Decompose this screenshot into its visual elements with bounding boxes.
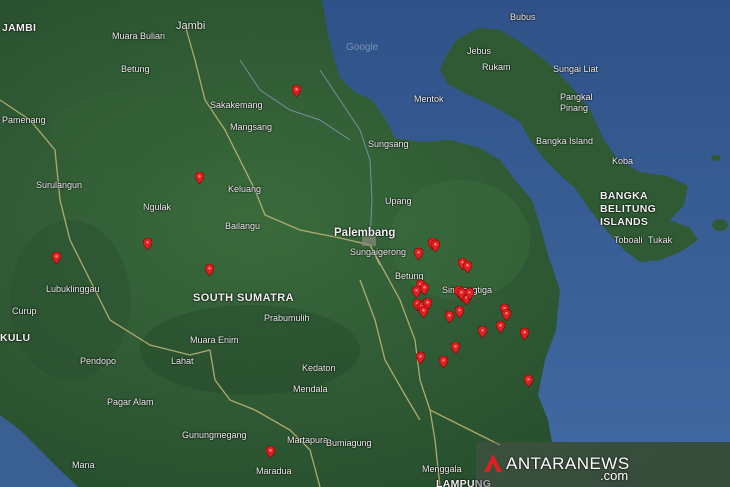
label-upang: Upang <box>385 196 412 206</box>
label-prabumulih: Prabumulih <box>264 313 310 323</box>
label-mendala: Mendala <box>293 384 328 394</box>
label-maradua: Maradua <box>256 466 292 476</box>
label-kedaton: Kedaton <box>302 363 336 373</box>
hotspot-pin[interactable] <box>444 310 455 324</box>
hotspot-pin[interactable] <box>438 355 449 369</box>
label-tukak: Tukak <box>648 235 673 245</box>
satellite-map[interactable]: JAMBI Jambi Muara Bulian Betung Pamenang… <box>0 0 730 487</box>
label-sungsang: Sungsang <box>368 139 409 149</box>
hotspot-pin[interactable] <box>204 263 215 277</box>
label-gunungmegang: Gunungmegang <box>182 430 247 440</box>
label-sungaigerong: Sungaigerong <box>350 247 407 257</box>
hotspot-pin[interactable] <box>450 341 461 355</box>
label-betung-north: Betung <box>121 64 150 74</box>
label-lubuklinggau: Lubuklinggau <box>46 284 100 294</box>
hotspot-pin[interactable] <box>430 239 441 253</box>
label-bangka-island: Bangka Island <box>536 136 594 146</box>
label-koba: Koba <box>612 156 634 166</box>
label-mentok: Mentok <box>414 94 444 104</box>
hotspot-pin[interactable] <box>291 84 302 98</box>
hotspot-pin[interactable] <box>495 320 506 334</box>
watermark-tld: .com <box>600 468 629 483</box>
label-pagar-alam: Pagar Alam <box>107 397 154 407</box>
google-watermark: Google <box>346 42 379 53</box>
label-jebus: Jebus <box>467 46 492 56</box>
antaranews-logo-icon <box>484 454 502 472</box>
hotspot-pin[interactable] <box>464 287 475 301</box>
label-bailangu: Bailangu <box>225 221 261 231</box>
hotspot-pin[interactable] <box>462 260 473 274</box>
label-rukam: Rukam <box>482 62 511 72</box>
hotspot-pin[interactable] <box>501 308 512 322</box>
label-lahat: Lahat <box>171 356 194 366</box>
hotspot-pin[interactable] <box>142 237 153 251</box>
hotspot-pin[interactable] <box>523 374 534 388</box>
antaranews-watermark: ANTARANEWS .com <box>476 442 730 487</box>
label-sakakemang: Sakakemang <box>210 100 263 110</box>
label-pangkal-pinang: Pangkal Pinang <box>560 92 593 113</box>
hotspot-pin[interactable] <box>418 305 429 319</box>
hotspot-pin[interactable] <box>454 305 465 319</box>
hotspot-pin[interactable] <box>519 327 530 341</box>
label-bubus: Bubus <box>510 12 536 22</box>
label-jambi-province: JAMBI <box>2 22 37 34</box>
label-muara-enim: Muara Enim <box>190 335 239 345</box>
label-surulangun: Surulangun <box>36 180 83 190</box>
label-toboali: Toboali <box>614 235 643 245</box>
hotspot-pin[interactable] <box>415 351 426 365</box>
label-sungai-liat: Sungai Liat <box>553 64 599 74</box>
label-mangsang: Mangsang <box>230 122 273 132</box>
label-keluang: Keluang <box>228 184 262 194</box>
label-pamenang: Pamenang <box>2 115 46 125</box>
label-bangka-belitung: BANGKA BELITUNG ISLANDS <box>600 190 657 228</box>
label-curup: Curup <box>12 306 37 316</box>
hotspot-pin[interactable] <box>413 247 424 261</box>
label-palembang: Palembang <box>334 227 396 239</box>
label-menggala: Menggala <box>422 464 462 474</box>
hotspot-pin[interactable] <box>477 325 488 339</box>
hotspot-pin[interactable] <box>419 282 430 296</box>
label-bumiagung: Bumiagung <box>326 438 372 448</box>
label-pendopo: Pendopo <box>80 356 117 366</box>
label-bengkulu-province: KULU <box>0 332 31 344</box>
hotspot-pin[interactable] <box>51 251 62 265</box>
label-jambi: Jambi <box>176 20 206 32</box>
label-muara-bulian: Muara Bulian <box>112 31 166 41</box>
label-manna: Mana <box>72 460 95 470</box>
hotspot-pin[interactable] <box>411 285 422 299</box>
label-martapura: Martapura <box>287 435 329 445</box>
label-ngulak: Ngulak <box>143 202 172 212</box>
hotspot-pin[interactable] <box>194 171 205 185</box>
hotspot-pin[interactable] <box>265 445 276 459</box>
label-south-sumatra: SOUTH SUMATRA <box>193 292 294 304</box>
